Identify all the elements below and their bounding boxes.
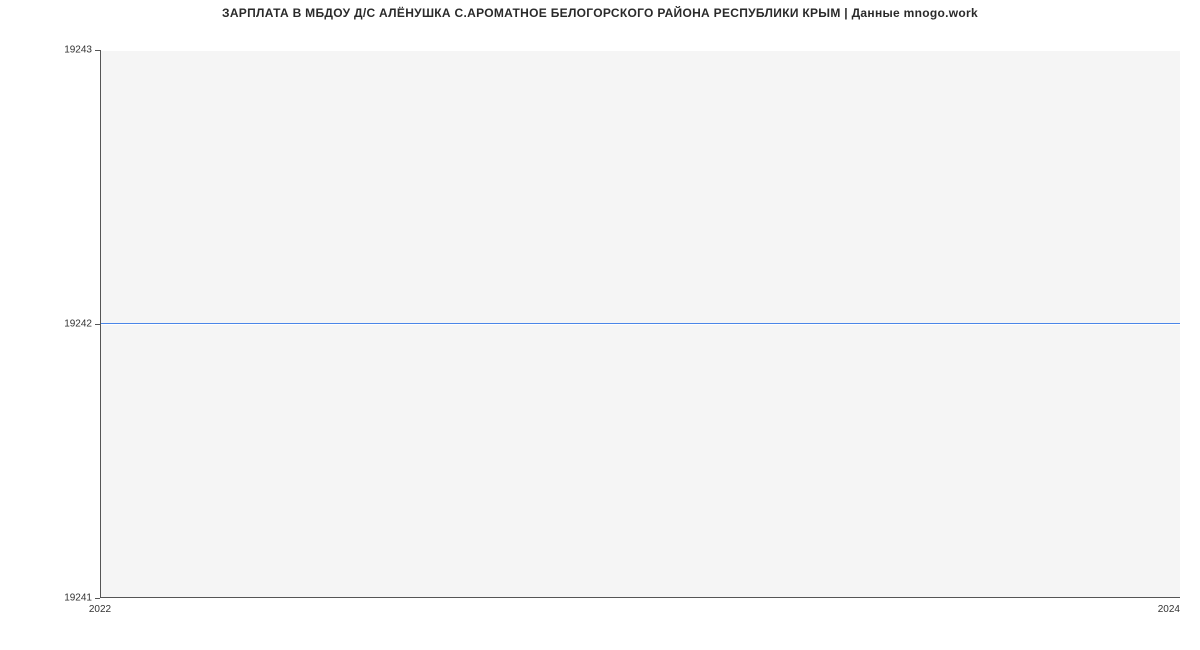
gridline-top	[101, 50, 1180, 51]
gridline-mid	[101, 324, 1180, 325]
y-label-mid: 19242	[52, 319, 92, 330]
x-label-right: 2024	[1158, 604, 1180, 615]
chart-container: ЗАРПЛАТА В МБДОУ Д/С АЛЁНУШКА С.АРОМАТНО…	[0, 0, 1200, 650]
y-label-bot: 19241	[52, 593, 92, 604]
plot-area	[100, 50, 1180, 598]
chart-title: ЗАРПЛАТА В МБДОУ Д/С АЛЁНУШКА С.АРОМАТНО…	[0, 6, 1200, 20]
data-line	[101, 323, 1180, 324]
y-tick-bot	[95, 598, 100, 599]
x-label-left: 2022	[89, 604, 111, 615]
y-label-top: 19243	[52, 45, 92, 56]
